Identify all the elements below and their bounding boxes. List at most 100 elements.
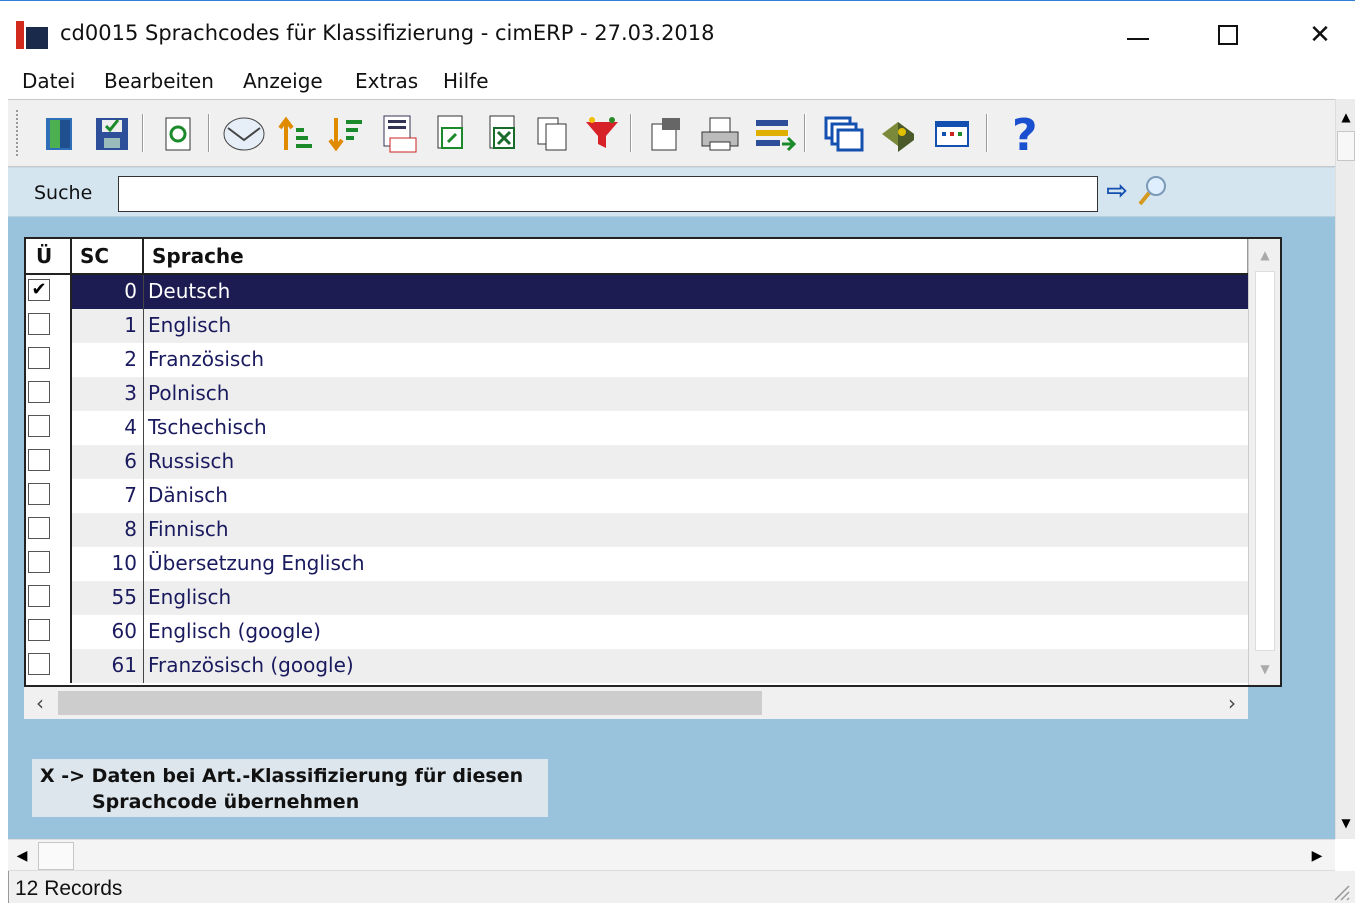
menu-anzeige[interactable]: Anzeige (243, 69, 323, 93)
table-row[interactable]: ✔ 0 Deutsch (26, 275, 1248, 309)
transfer-icon[interactable] (750, 110, 798, 158)
row-checkbox-cell (26, 479, 72, 513)
close-icon: ✕ (1309, 20, 1331, 50)
row-checkbox-cell (26, 581, 72, 615)
table-vertical-scrollbar[interactable]: ▲ ▼ (1248, 239, 1280, 685)
help-icon[interactable]: ? (1000, 110, 1048, 158)
menu-bearbeiten[interactable]: Bearbeiten (104, 69, 214, 93)
email-icon[interactable] (220, 110, 268, 158)
maximize-button[interactable] (1205, 15, 1251, 55)
search-input[interactable] (118, 176, 1098, 212)
table-row[interactable]: 10 Übersetzung Englisch (26, 547, 1248, 581)
row-checkbox[interactable] (28, 517, 50, 539)
row-checkbox[interactable] (28, 313, 50, 335)
legend-note: X -> Daten bei Art.-Klassifizierung für … (32, 759, 548, 817)
cell-sc: 8 (72, 513, 144, 547)
export-icon[interactable] (426, 110, 474, 158)
sort-ascending-icon[interactable] (272, 110, 320, 158)
table-view-icon[interactable] (928, 110, 976, 158)
cell-sprache: Englisch (148, 585, 232, 609)
scrollbar-thumb[interactable] (1255, 271, 1275, 651)
windows-icon[interactable] (820, 110, 868, 158)
excel-export-icon[interactable] (478, 110, 526, 158)
table-row[interactable]: 8 Finnisch (26, 513, 1248, 547)
row-checkbox[interactable] (28, 653, 50, 675)
row-checkbox[interactable] (28, 619, 50, 641)
scroll-left-icon[interactable]: ◀ (8, 844, 36, 868)
menu-hilfe[interactable]: Hilfe (443, 69, 489, 93)
save-icon[interactable] (88, 110, 136, 158)
row-checkbox-cell (26, 445, 72, 479)
table-row[interactable]: 1 Englisch (26, 309, 1248, 343)
scrollbar-thumb[interactable] (58, 691, 762, 715)
row-checkbox[interactable] (28, 415, 50, 437)
row-checkbox-cell (26, 615, 72, 649)
window-horizontal-scrollbar[interactable]: ◀ ▶ (8, 839, 1335, 871)
scrollbar-thumb[interactable] (38, 842, 74, 870)
row-checkbox-cell (26, 411, 72, 445)
column-header-sprache[interactable]: Sprache (144, 239, 1248, 273)
table-row[interactable]: 61 Französisch (google) (26, 649, 1248, 683)
row-checkbox-cell (26, 343, 72, 377)
row-checkbox[interactable] (28, 551, 50, 573)
scrollbar-thumb[interactable] (1337, 131, 1355, 161)
row-checkbox[interactable]: ✔ (28, 279, 50, 301)
menu-extras[interactable]: Extras (355, 69, 418, 93)
search-icon[interactable] (1132, 174, 1172, 208)
numbering-icon[interactable] (374, 110, 422, 158)
row-checkbox-cell (26, 513, 72, 547)
sort-descending-icon[interactable] (322, 110, 370, 158)
table-row[interactable]: 4 Tschechisch (26, 411, 1248, 445)
scroll-down-icon[interactable]: ▼ (1336, 813, 1355, 833)
row-checkbox-cell (26, 309, 72, 343)
minimize-button[interactable] (1115, 15, 1161, 55)
scroll-left-icon[interactable]: ‹ (28, 691, 52, 715)
cell-sprache: Polnisch (148, 381, 230, 405)
column-header-sc[interactable]: SC (72, 239, 144, 273)
filter-icon[interactable] (578, 110, 626, 158)
resize-grip-icon[interactable] (1331, 882, 1351, 902)
print-icon[interactable] (696, 110, 744, 158)
close-button[interactable]: ✕ (1297, 15, 1343, 55)
cell-sc: 10 (72, 547, 144, 581)
scroll-right-icon[interactable]: › (1220, 691, 1244, 715)
cell-sc: 0 (72, 275, 144, 309)
svg-text:?: ? (1012, 110, 1038, 158)
status-bar: 12 Records (8, 871, 1355, 903)
row-checkbox[interactable] (28, 449, 50, 471)
cell-sc: 3 (72, 377, 144, 411)
cell-sc: 6 (72, 445, 144, 479)
row-checkbox[interactable] (28, 347, 50, 369)
cell-sc: 2 (72, 343, 144, 377)
menu-datei[interactable]: Datei (22, 69, 75, 93)
table-horizontal-scrollbar[interactable]: ‹ › (24, 687, 1248, 719)
toolbar-grip[interactable] (16, 110, 20, 156)
properties-icon[interactable] (642, 110, 690, 158)
scroll-up-icon[interactable]: ▲ (1249, 239, 1281, 271)
toolbar-separator (986, 114, 988, 152)
row-checkbox[interactable] (28, 585, 50, 607)
title-bar: cd0015 Sprachcodes für Klassifizierung -… (0, 1, 1355, 65)
table-row[interactable]: 55 Englisch (26, 581, 1248, 615)
cell-sc: 55 (72, 581, 144, 615)
window-vertical-scrollbar[interactable]: ▲ ▼ (1335, 99, 1355, 839)
scroll-down-icon[interactable]: ▼ (1249, 653, 1281, 685)
window-title: cd0015 Sprachcodes für Klassifizierung -… (60, 21, 715, 45)
book-icon[interactable] (874, 110, 922, 158)
table-row[interactable]: 6 Russisch (26, 445, 1248, 479)
column-header-uebernehmen[interactable]: Ü (26, 239, 72, 273)
row-checkbox[interactable] (28, 381, 50, 403)
table-row[interactable]: 3 Polnisch (26, 377, 1248, 411)
search-go-icon[interactable]: ⇨ (1102, 176, 1132, 206)
copy-icon[interactable] (528, 110, 576, 158)
scroll-right-icon[interactable]: ▶ (1303, 844, 1331, 868)
table-body: ✔ 0 Deutsch 1 Englisch 2 Französisch 3 Polnisch 4… (26, 275, 1248, 685)
scroll-up-icon[interactable]: ▲ (1336, 107, 1355, 127)
exit-door-icon[interactable] (36, 110, 84, 158)
table-row[interactable]: 2 Französisch (26, 343, 1248, 377)
table-row[interactable]: 60 Englisch (google) (26, 615, 1248, 649)
search-bar: Suche ⇨ (8, 167, 1335, 217)
row-checkbox[interactable] (28, 483, 50, 505)
refresh-icon[interactable] (154, 110, 202, 158)
table-row[interactable]: 7 Dänisch (26, 479, 1248, 513)
